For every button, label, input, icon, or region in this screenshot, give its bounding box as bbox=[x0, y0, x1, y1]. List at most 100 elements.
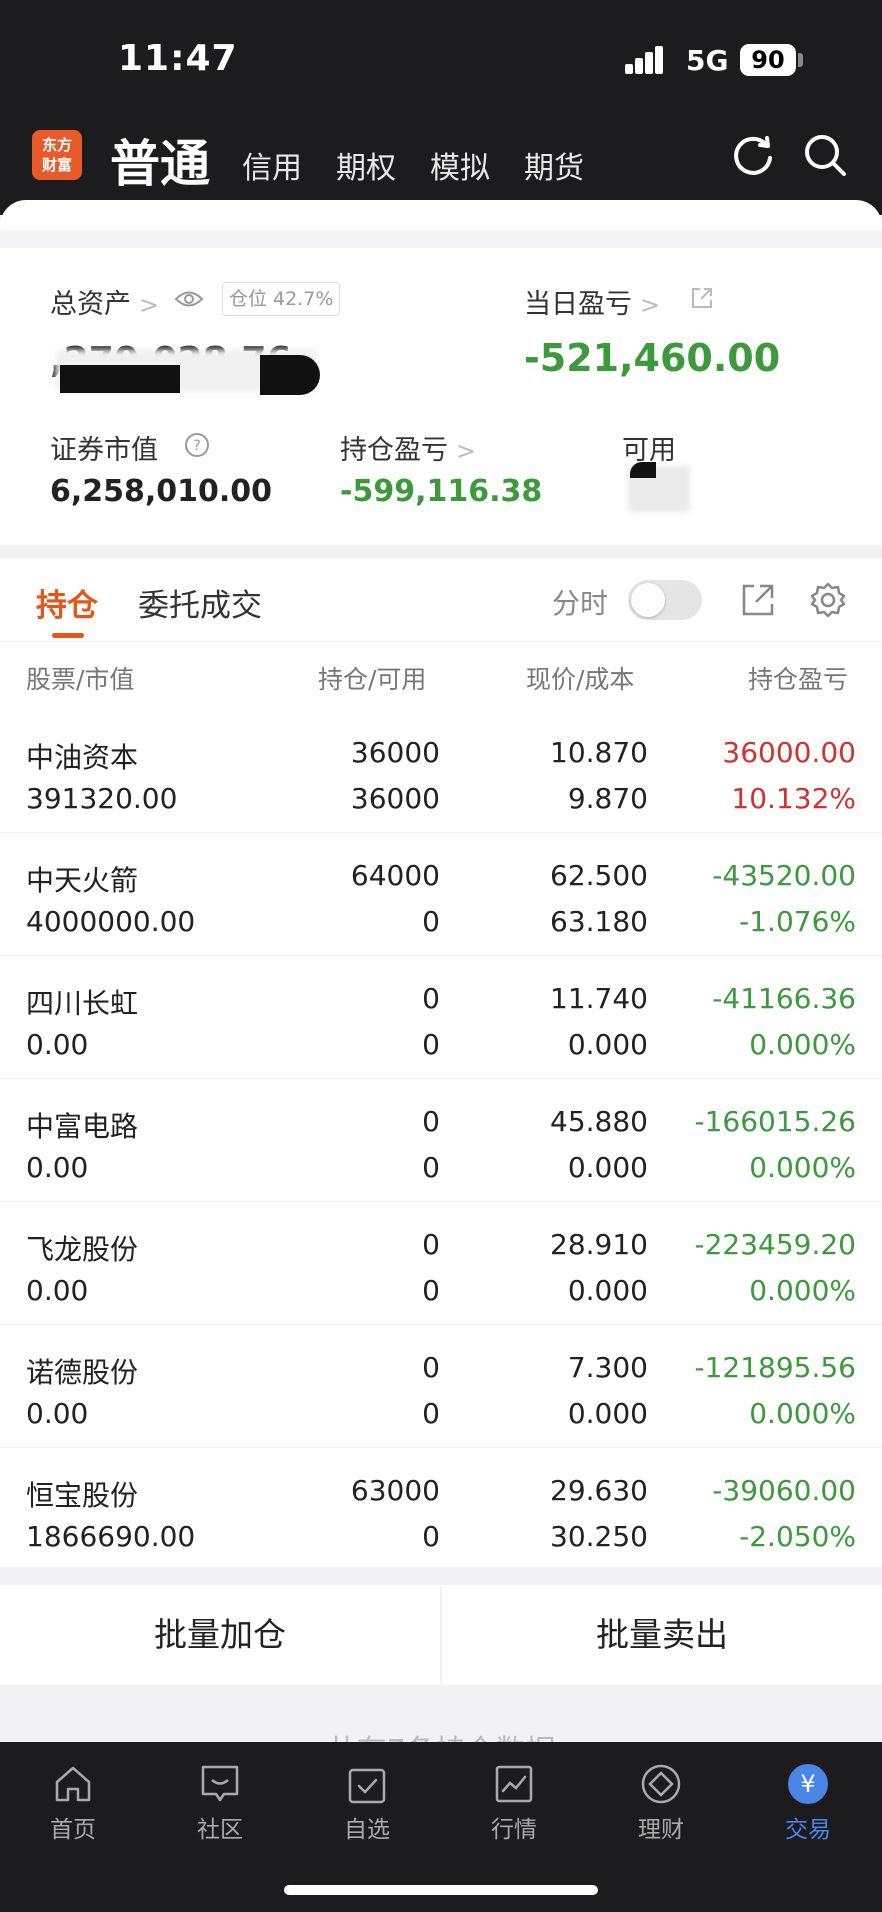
nav-label: 首页 bbox=[50, 1817, 96, 1843]
holding-pl-label[interactable]: 持仓盈亏 > bbox=[340, 428, 476, 467]
cost-cell: 0.000 bbox=[567, 1397, 648, 1430]
nav-label: 交易 bbox=[785, 1817, 831, 1843]
available-cell: 0 bbox=[422, 1274, 440, 1307]
tab-credit[interactable]: 信用 bbox=[242, 143, 302, 187]
logo-text-2: 财富 bbox=[41, 156, 72, 174]
top-bar: 11:47 5G 90 东方 财富 普通 信用 期权 模拟 期货 bbox=[0, 0, 882, 215]
position-cell: 0 bbox=[422, 1228, 440, 1261]
position-cell: 63000 bbox=[350, 1474, 440, 1507]
logo-text-1: 东方 bbox=[41, 136, 72, 154]
available-cell: 0 bbox=[422, 1028, 440, 1061]
help-icon[interactable]: ? bbox=[184, 432, 210, 458]
pl-pct-cell: -1.076% bbox=[739, 905, 856, 938]
tab-futures[interactable]: 期货 bbox=[524, 143, 584, 187]
pl-cell: -43520.00 bbox=[712, 859, 856, 892]
market-value-cell: 0.00 bbox=[26, 1274, 89, 1307]
stock-name: 中天火箭 bbox=[26, 864, 139, 897]
pl-pct-cell: -2.050% bbox=[739, 1520, 856, 1553]
header-position: 持仓/可用 bbox=[318, 665, 427, 694]
home-icon bbox=[55, 1766, 91, 1802]
total-assets-label[interactable]: 总资产 > bbox=[50, 282, 159, 321]
table-row[interactable]: 中富电路 0.00 0 0 45.880 0.000 -166015.26 0.000% bbox=[0, 1079, 882, 1202]
pl-pct-cell: 0.000% bbox=[749, 1274, 856, 1307]
tab-active-indicator bbox=[52, 633, 84, 638]
tab-options[interactable]: 期权 bbox=[336, 143, 396, 187]
pl-pct-cell: 0.000% bbox=[749, 1028, 856, 1061]
fenshi-toggle[interactable] bbox=[628, 580, 702, 620]
eye-icon[interactable] bbox=[174, 288, 204, 310]
nav-watchlist[interactable]: 自选 bbox=[294, 1752, 440, 1862]
table-row[interactable]: 四川长虹 0.00 0 0 11.740 0.000 -41166.36 0.000% bbox=[0, 956, 882, 1079]
nav-wealth[interactable]: 理财 bbox=[588, 1752, 734, 1862]
cost-cell: 0.000 bbox=[567, 1274, 648, 1307]
cost-cell: 63.180 bbox=[550, 905, 648, 938]
home-indicator bbox=[284, 1885, 598, 1895]
chevron-right-icon: > bbox=[640, 291, 661, 319]
position-cell: 64000 bbox=[350, 859, 440, 892]
chevron-right-icon: > bbox=[139, 291, 160, 319]
stock-name: 中油资本 bbox=[26, 741, 139, 774]
search-icon[interactable] bbox=[802, 132, 848, 178]
redaction-block bbox=[60, 365, 180, 393]
daily-pl-value: -521,460.00 bbox=[524, 336, 781, 380]
holding-pl-text: 持仓盈亏 bbox=[340, 435, 448, 466]
holdings-tabs: 持仓 委托成交 分时 bbox=[0, 558, 882, 642]
daily-pl-text: 当日盈亏 bbox=[524, 289, 632, 320]
available-cell: 0 bbox=[422, 1397, 440, 1430]
market-value-cell: 1866690.00 bbox=[26, 1520, 196, 1553]
nav-trade[interactable]: ¥ 交易 bbox=[735, 1752, 881, 1862]
market-value-label: 证券市值 bbox=[50, 428, 158, 467]
price-cell: 28.910 bbox=[550, 1228, 648, 1261]
share-icon[interactable] bbox=[690, 286, 714, 310]
app-header: 东方 财富 普通 信用 期权 模拟 期货 bbox=[0, 110, 882, 200]
holding-pl-value: -599,116.38 bbox=[340, 474, 543, 509]
watchlist-icon bbox=[348, 1768, 386, 1804]
price-cell: 10.870 bbox=[550, 736, 648, 769]
signal-icon bbox=[625, 46, 673, 74]
stock-name: 诺德股份 bbox=[26, 1356, 139, 1389]
position-cell: 36000 bbox=[350, 736, 440, 769]
table-row[interactable]: 中天火箭 4000000.00 64000 0 62.500 63.180 -43520.0… bbox=[0, 833, 882, 956]
nav-community[interactable]: 社区 bbox=[147, 1752, 293, 1862]
nav-market[interactable]: 行情 bbox=[441, 1752, 587, 1862]
market-icon bbox=[495, 1765, 533, 1803]
svg-text:¥: ¥ bbox=[800, 1770, 815, 1798]
header-price: 现价/成本 bbox=[526, 665, 635, 694]
table-row[interactable]: 中油资本 391320.00 36000 36000 10.870 9.870 36000.… bbox=[0, 710, 882, 833]
market-value-cell: 0.00 bbox=[26, 1028, 89, 1061]
tab-orders[interactable]: 委托成交 bbox=[138, 580, 262, 625]
table-row[interactable]: 诺德股份 0.00 0 0 7.300 0.000 -121895.56 0.000% bbox=[0, 1325, 882, 1448]
redaction-block bbox=[260, 355, 320, 395]
nav-home[interactable]: 首页 bbox=[0, 1752, 146, 1862]
table-row[interactable]: 飞龙股份 0.00 0 0 28.910 0.000 -223459.20 0.000% bbox=[0, 1202, 882, 1325]
market-value-cell: 0.00 bbox=[26, 1397, 89, 1430]
header-pl: 持仓盈亏 bbox=[748, 665, 849, 694]
cost-cell: 30.250 bbox=[550, 1520, 648, 1553]
batch-sell-button[interactable]: 批量卖出 bbox=[442, 1585, 882, 1685]
batch-add-button[interactable]: 批量加仓 bbox=[0, 1585, 440, 1685]
stock-name: 四川长虹 bbox=[26, 987, 139, 1020]
position-cell: 0 bbox=[422, 1351, 440, 1384]
tab-holdings[interactable]: 持仓 bbox=[36, 580, 98, 625]
price-cell: 45.880 bbox=[550, 1105, 648, 1138]
tab-simulation[interactable]: 模拟 bbox=[430, 143, 490, 187]
nav-label: 自选 bbox=[344, 1817, 390, 1843]
price-cell: 62.500 bbox=[550, 859, 648, 892]
cost-cell: 0.000 bbox=[567, 1151, 648, 1184]
export-icon[interactable] bbox=[738, 580, 778, 620]
pl-cell: -41166.36 bbox=[712, 982, 856, 1015]
refresh-icon[interactable] bbox=[730, 132, 776, 178]
tab-putong[interactable]: 普通 bbox=[110, 124, 210, 196]
daily-pl-label[interactable]: 当日盈亏 > bbox=[524, 282, 660, 321]
available-cell: 36000 bbox=[350, 782, 440, 815]
pl-cell: -39060.00 bbox=[712, 1474, 856, 1507]
settings-icon[interactable] bbox=[808, 580, 848, 620]
app-logo: 东方 财富 bbox=[32, 130, 82, 180]
wealth-icon bbox=[641, 1764, 681, 1804]
position-cell: 0 bbox=[422, 1105, 440, 1138]
header-stock: 股票/市值 bbox=[26, 665, 135, 694]
table-header: 股票/市值 持仓/可用 现价/成本 持仓盈亏 bbox=[0, 642, 882, 710]
table-row[interactable]: 恒宝股份 1866690.00 63000 0 29.630 30.250 -39060.0… bbox=[0, 1448, 882, 1567]
nav-label: 理财 bbox=[638, 1817, 684, 1843]
market-value-cell: 391320.00 bbox=[26, 782, 178, 815]
